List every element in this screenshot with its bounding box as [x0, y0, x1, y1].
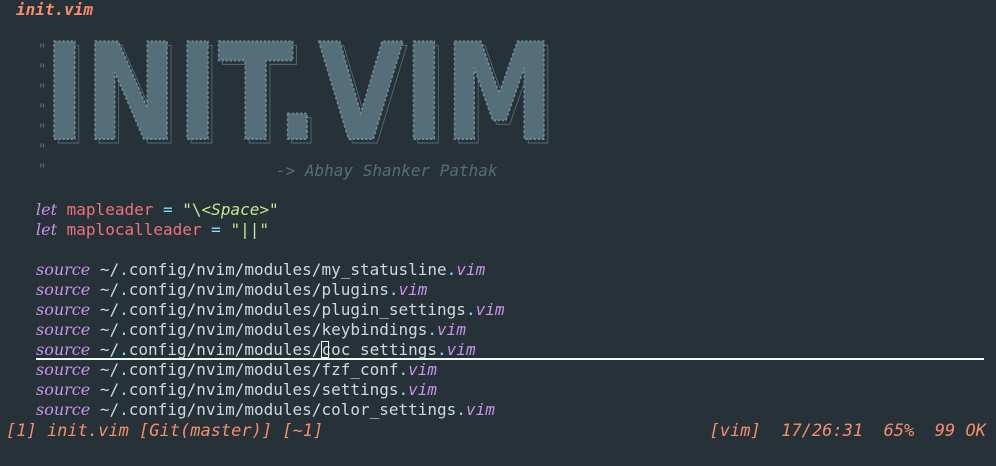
path-dir: config/nvim/modules/ — [128, 340, 322, 359]
path-prefix: ~/ — [99, 300, 120, 319]
path-prefix: ~/ — [99, 380, 120, 399]
variable-name: mapleader — [66, 200, 154, 219]
source-line: source ~/.config/nvim/modules/plugin_set… — [36, 300, 505, 319]
source-keyword: source — [36, 320, 91, 339]
banner-text: INIT.VIM — [44, 40, 554, 152]
variable-name: maplocalleader — [66, 220, 202, 239]
operator: = — [163, 200, 173, 219]
string-open: "\ — [182, 200, 202, 219]
path-ext: vim — [465, 400, 495, 419]
source-keyword: source — [36, 280, 91, 299]
comment-quote: " — [38, 162, 47, 178]
path-ext: vim — [437, 320, 466, 339]
path-prefix: ~/ — [99, 320, 120, 339]
path-prefix: ~/ — [99, 260, 120, 279]
path-file: plugins — [321, 280, 389, 299]
path-file: keybindings — [321, 320, 428, 339]
path-ext: vim — [408, 360, 438, 379]
path-file: color_settings — [321, 400, 457, 419]
operator: = — [211, 220, 221, 239]
path-prefix: ~/ — [99, 400, 120, 419]
status-line: [1] init.vim [Git(master)] [~1] [vim] 17… — [0, 420, 996, 442]
path-ext: vim — [398, 280, 428, 299]
source-line: source ~/.config/nvim/modules/settings.v… — [36, 380, 438, 399]
source-keyword: source — [36, 300, 91, 319]
code-line-mapleader: let mapleader = "\<Space>" — [36, 200, 279, 220]
path-prefix: ~/ — [99, 280, 120, 299]
path-dir: config/nvim/modules/ — [128, 380, 322, 399]
path-file: my_statusline — [321, 260, 447, 279]
path-dir: config/nvim/modules/ — [128, 300, 322, 319]
status-ok: OK — [965, 421, 986, 441]
status-right: [vim] 17/26:31 65% 99 OK — [710, 420, 986, 442]
source-keyword: source — [36, 380, 91, 399]
path-dir: config/nvim/modules/ — [128, 320, 322, 339]
window-title: init.vim — [16, 0, 94, 19]
path-file: plugin_settings — [321, 300, 466, 319]
source-line: source ~/.config/nvim/modules/fzf_conf.v… — [36, 360, 438, 379]
status-position: 17/26:31 — [781, 421, 864, 441]
path-ext: vim — [456, 260, 486, 279]
status-filetype: [vim] — [709, 421, 761, 441]
source-line-current[interactable]: source ~/.config/nvim/modules/coc_settin… — [36, 340, 476, 360]
code-line-maplocalleader: let maplocalleader = "||" — [36, 220, 269, 240]
string-value: "||" — [230, 220, 269, 239]
let-keyword: let — [36, 220, 58, 239]
source-line: source ~/.config/nvim/modules/keybinding… — [36, 320, 466, 339]
path-ext: vim — [446, 340, 476, 359]
ascii-banner-art: INIT.VIM INIT.VIM — [44, 40, 559, 152]
path-ext: vim — [475, 300, 505, 319]
ascii-banner: " " " " " " " INIT.VIM INIT.VIM — [36, 40, 596, 180]
path-prefix: ~/ — [99, 340, 120, 359]
path-file: coc_settings — [321, 340, 438, 359]
status-count: 99 — [934, 421, 956, 441]
path-prefix: ~/ — [99, 360, 120, 379]
source-keyword: source — [36, 260, 91, 279]
string-close: " — [268, 200, 279, 219]
source-keyword: source — [36, 340, 91, 359]
path-file: settings — [321, 380, 399, 399]
status-buffer-info: [1] init.vim [Git(master)] [~1] — [6, 421, 324, 441]
special-key: <Space> — [201, 200, 269, 219]
status-percent: 65% — [883, 421, 915, 441]
path-dir: config/nvim/modules/ — [128, 280, 322, 299]
banner-author: -> Abhay Shanker Pathak — [276, 161, 498, 180]
path-dir: config/nvim/modules/ — [128, 400, 322, 419]
source-keyword: source — [36, 360, 91, 379]
path-dir: config/nvim/modules/ — [128, 360, 322, 379]
source-line: source ~/.config/nvim/modules/plugins.vi… — [36, 280, 428, 299]
source-line: source ~/.config/nvim/modules/my_statusl… — [36, 260, 486, 279]
source-line: source ~/.config/nvim/modules/color_sett… — [36, 400, 495, 419]
path-ext: vim — [408, 380, 438, 399]
path-file: fzf_conf — [321, 360, 399, 379]
let-keyword: let — [36, 200, 58, 219]
path-dir: config/nvim/modules/ — [128, 260, 322, 279]
source-keyword: source — [36, 400, 91, 419]
